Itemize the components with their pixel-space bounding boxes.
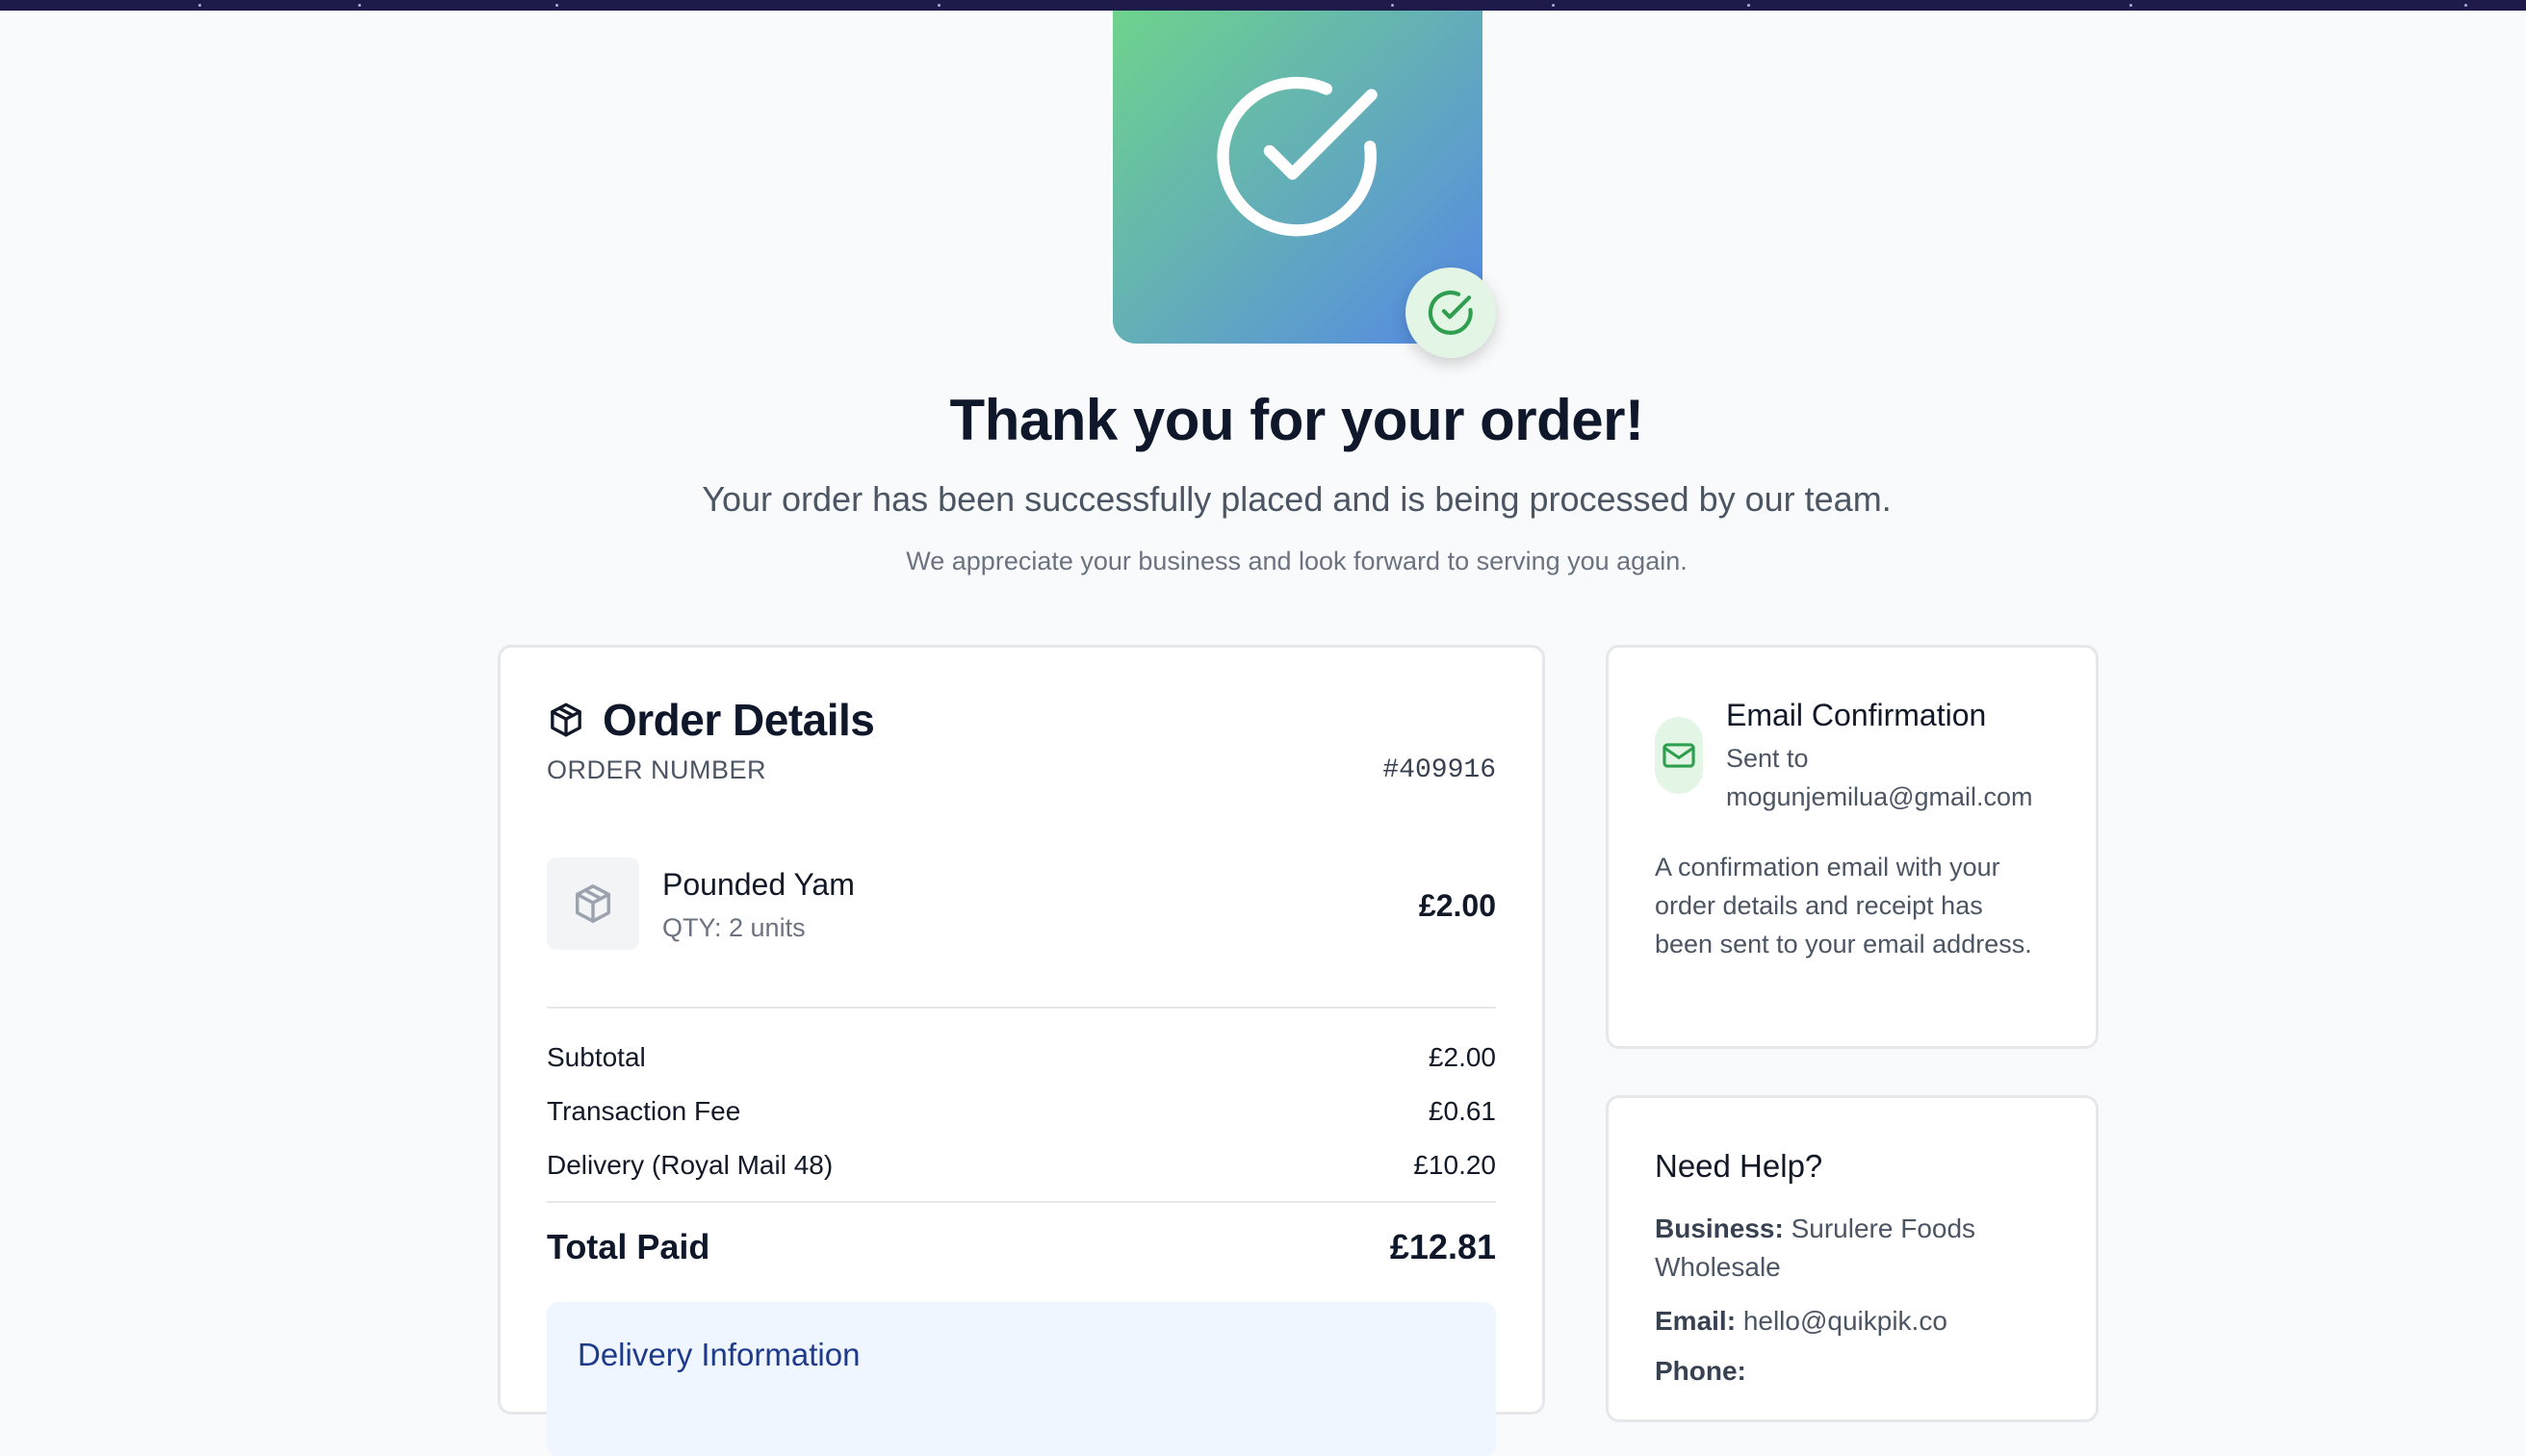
check-circle-icon [1428,291,1473,335]
package-icon [575,884,611,923]
divider [547,1007,1496,1009]
item-price: £2.00 [1418,888,1496,923]
email-sent-label: Sent to [1726,744,1809,773]
page-subtext: We appreciate your business and look for… [906,547,1688,575]
order-details-header: Order Details [547,694,875,746]
order-number-value: #409916 [1382,755,1496,785]
order-details-title: Order Details [603,695,875,745]
help-email: Email: hello@quikpik.co [1655,1302,2057,1341]
summary-value: £2.00 [1428,1042,1496,1072]
help-email-value[interactable]: hello@quikpik.co [1743,1306,1947,1336]
item-thumbnail [547,857,639,950]
summary-value: £0.61 [1428,1096,1496,1126]
help-phone-label: Phone: [1655,1356,1746,1386]
order-details-card: Order Details ORDER NUMBER #409916 Pound… [498,645,1545,1456]
top-banner-strip [0,0,2526,11]
delivery-information-box: Delivery Information [547,1302,1496,1456]
summary-row-delivery: Delivery (Royal Mail 48) £10.20 [547,1150,1496,1181]
delivery-information-title: Delivery Information [578,1337,861,1372]
summary-value: £10.20 [1413,1150,1496,1180]
mail-icon-badge [1655,717,1703,794]
need-help-title: Need Help? [1655,1148,1823,1184]
page-title: Thank you for your order! [949,388,1644,452]
total-row: Total Paid £12.81 [547,1227,1496,1267]
total-value: £12.81 [1389,1227,1496,1266]
summary-label: Subtotal [547,1042,646,1072]
help-phone: Phone: [1655,1352,2057,1391]
email-confirmation-body: A confirmation email with your order det… [1655,853,2032,958]
order-number-row: ORDER NUMBER #409916 [547,755,1496,785]
total-label: Total Paid [547,1227,710,1266]
email-address: mogunjemilua@gmail.com [1726,782,2033,811]
package-icon [551,702,581,737]
summary-row-transaction-fee: Transaction Fee £0.61 [547,1096,1496,1127]
divider [547,1201,1496,1203]
email-confirmation-card: Email Confirmation Sent to mogunjemilua@… [1606,645,2099,1049]
summary-row-subtotal: Subtotal £2.00 [547,1042,1496,1073]
help-business: Business: Surulere Foods Wholesale [1655,1210,2057,1287]
help-business-label: Business: [1655,1213,1784,1243]
order-number-label: ORDER NUMBER [547,755,767,784]
need-help-card: Need Help? Business: Surulere Foods Whol… [1606,1095,2099,1422]
mail-icon [1663,743,1695,768]
item-name: Pounded Yam [662,867,855,902]
help-email-label: Email: [1655,1306,1737,1336]
check-circle-icon [1217,76,1378,237]
page-subtitle: Your order has been successfully placed … [702,479,1892,519]
summary-label: Delivery (Royal Mail 48) [547,1150,834,1180]
summary-label: Transaction Fee [547,1096,741,1126]
success-badge [1405,268,1496,358]
item-quantity: QTY: 2 units [662,913,806,942]
email-confirmation-title: Email Confirmation [1726,698,1987,732]
